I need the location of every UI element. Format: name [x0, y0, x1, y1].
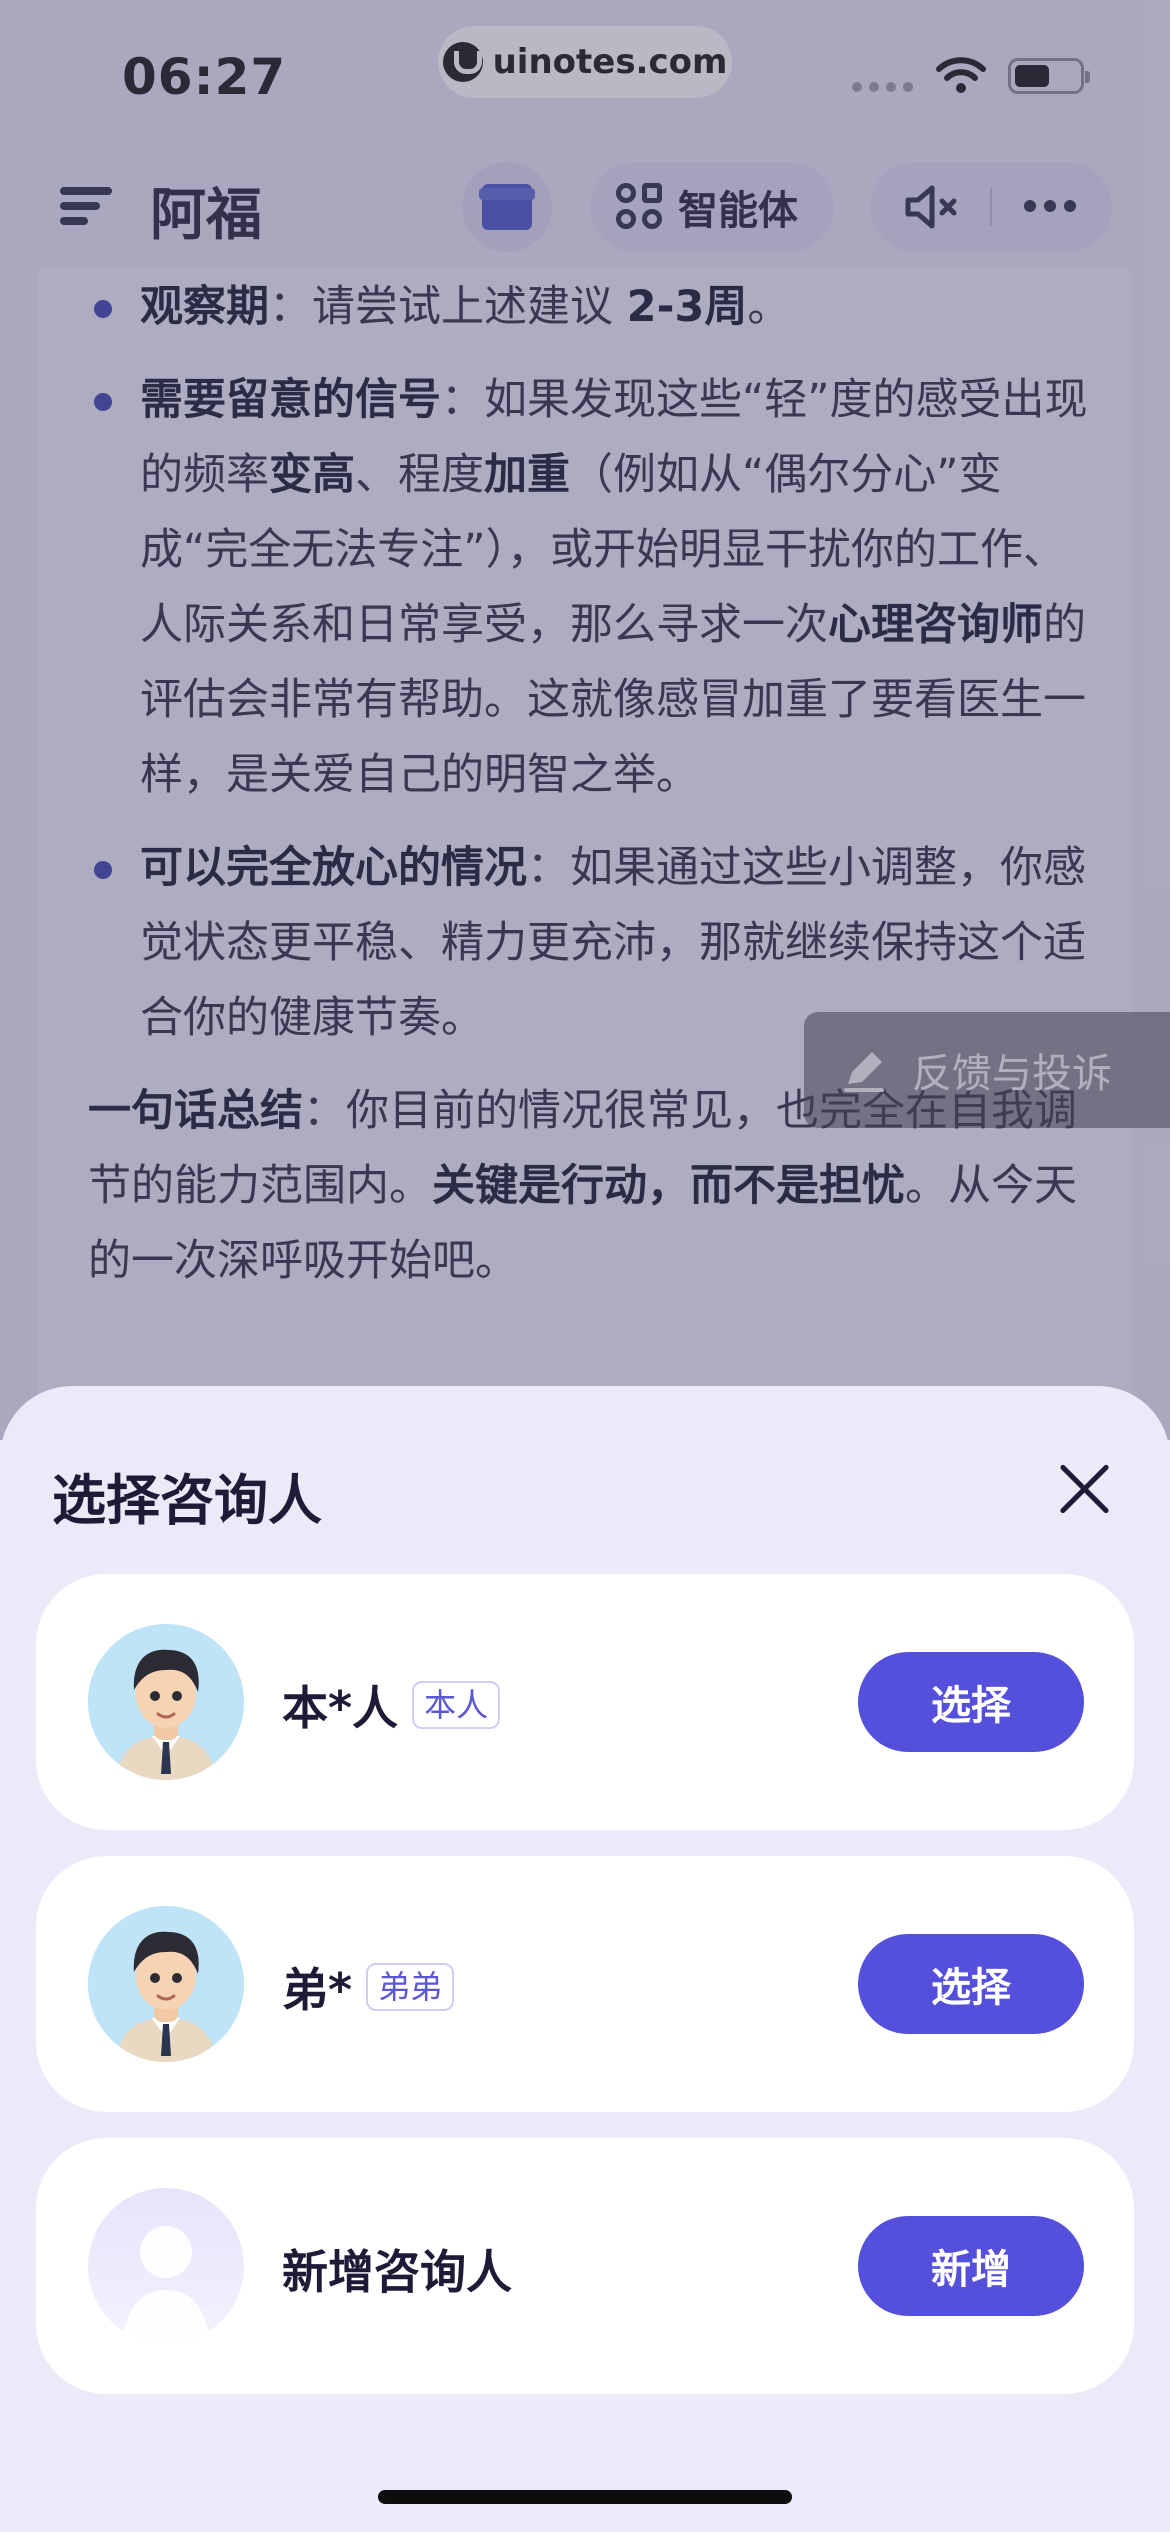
select-button[interactable]: 选择	[858, 1934, 1084, 2034]
choose-consultee-sheet: 选择咨询人 本*人 本人 选择 弟* 弟弟 选择 新增咨询人 新增	[0, 1386, 1170, 2532]
person-placeholder-icon	[122, 2226, 210, 2344]
modal-scrim[interactable]	[0, 0, 1170, 1440]
consultee-name: 本*人 本人	[282, 1672, 501, 1738]
avatar	[88, 1624, 244, 1780]
relation-badge: 本人	[412, 1681, 501, 1729]
consultee-card: 弟* 弟弟 选择	[36, 1856, 1134, 2112]
relation-badge: 弟弟	[366, 1963, 455, 2011]
avatar	[88, 1906, 244, 2062]
male-avatar-icon	[88, 1906, 244, 2062]
add-consultee-button[interactable]: 新增	[858, 2216, 1084, 2316]
avatar-placeholder	[88, 2188, 244, 2344]
close-icon[interactable]	[1056, 1460, 1112, 1516]
consultee-name-text: 弟*	[282, 1963, 353, 2017]
consultee-name-text: 本*人	[282, 1681, 399, 1735]
consultee-name: 弟* 弟弟	[282, 1954, 455, 2020]
chat-screen: 06:27 uinotes.com 阿福 智能体 观察期：请尝试上述建议 2-3…	[0, 0, 1170, 1440]
male-avatar-icon	[88, 1624, 244, 1780]
home-indicator	[378, 2490, 792, 2504]
add-consultee-text: 新增咨询人	[282, 2245, 512, 2299]
add-consultee-label: 新增咨询人	[282, 2236, 512, 2302]
consultee-card: 本*人 本人 选择	[36, 1574, 1134, 1830]
add-consultee-card: 新增咨询人 新增	[36, 2138, 1134, 2394]
select-button[interactable]: 选择	[858, 1652, 1084, 1752]
sheet-title: 选择咨询人	[52, 1469, 322, 1532]
